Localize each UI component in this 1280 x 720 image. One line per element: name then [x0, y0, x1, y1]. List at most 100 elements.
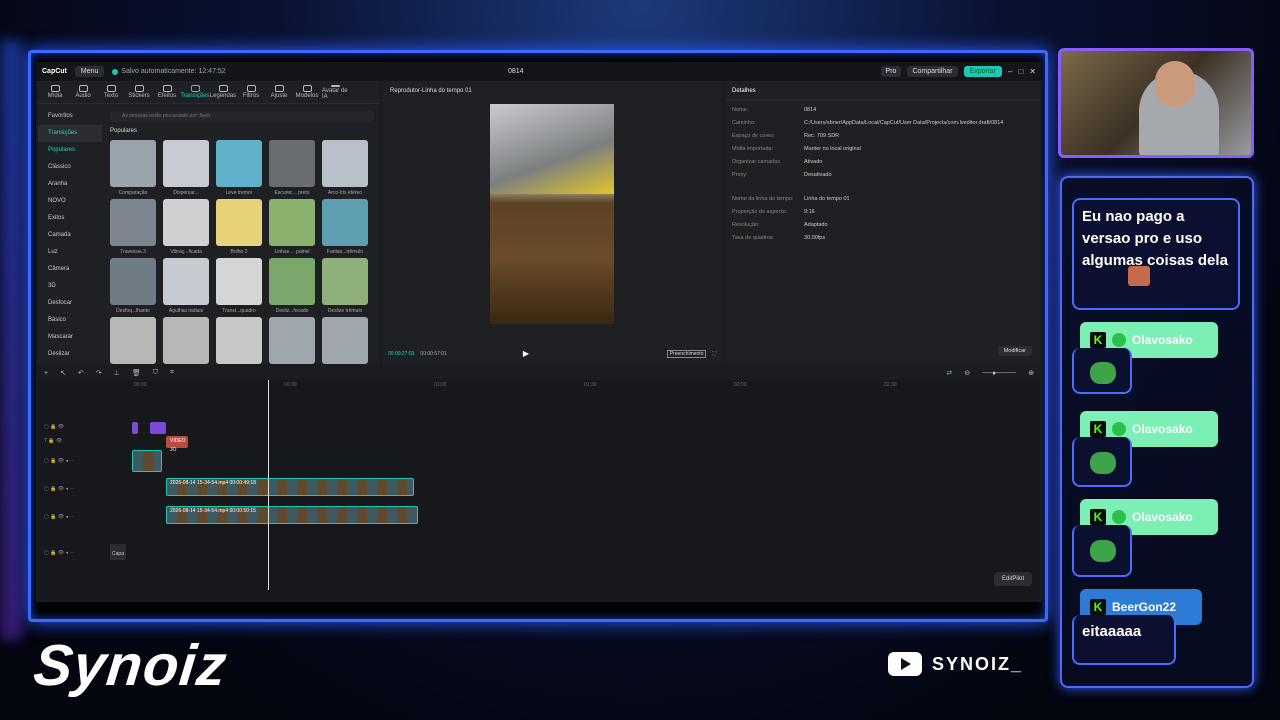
- transition-label: Transi...quadro: [222, 308, 256, 314]
- menu-button[interactable]: Menu: [74, 66, 105, 77]
- category-item[interactable]: Populares: [38, 142, 102, 159]
- tab-icon: [274, 85, 284, 92]
- redo-icon[interactable]: ↷: [96, 369, 102, 377]
- category-item[interactable]: Transições: [38, 125, 102, 142]
- stacked-clips[interactable]: [132, 450, 162, 472]
- transition-thumb[interactable]: Linhas ... painel: [269, 199, 315, 255]
- category-item[interactable]: Camada: [38, 227, 102, 244]
- transition-thumb[interactable]: [216, 317, 262, 364]
- transition-thumb[interactable]: Desliz...focado: [269, 258, 315, 314]
- cover-button[interactable]: Capa: [110, 544, 126, 560]
- share-button[interactable]: Compartilhar: [907, 66, 958, 77]
- brand-logo: Synoiz: [30, 633, 231, 698]
- tab-9[interactable]: Modelos: [294, 85, 320, 100]
- tab-0[interactable]: Mídia: [42, 85, 68, 100]
- detail-value: Manter no local original: [804, 146, 861, 152]
- transition-thumb[interactable]: Travessia 3: [110, 199, 156, 255]
- category-item[interactable]: Câmera: [38, 261, 102, 278]
- category-item[interactable]: Desfocar: [38, 295, 102, 312]
- tab-icon: [50, 85, 60, 92]
- play-icon[interactable]: ▶: [523, 349, 529, 358]
- transition-thumb[interactable]: Transi...quadro: [216, 258, 262, 314]
- editpilot-button[interactable]: EditPilot: [993, 572, 1032, 586]
- split-icon[interactable]: ⊥: [114, 369, 120, 377]
- effect-clip[interactable]: [132, 422, 138, 434]
- tab-1[interactable]: Áudio: [70, 85, 96, 100]
- pro-button[interactable]: Pro: [880, 66, 902, 77]
- tab-6[interactable]: Legendas: [210, 85, 236, 100]
- zoom-out-icon[interactable]: ⊖: [964, 369, 970, 377]
- transition-thumb[interactable]: Desfoq...lhante: [110, 258, 156, 314]
- category-item[interactable]: Aranha: [38, 176, 102, 193]
- transition-thumb[interactable]: Fantas...trêmulo: [322, 199, 368, 255]
- transition-thumb[interactable]: Dispersar...: [163, 140, 209, 196]
- category-item[interactable]: Luz: [38, 244, 102, 261]
- fullscreen-icon[interactable]: ⛶: [712, 351, 716, 357]
- text-clip[interactable]: VIDEO JO: [166, 436, 188, 453]
- detail-row: Nome da linha do tempo: Linha do tempo 01: [726, 196, 1040, 202]
- transition-thumb[interactable]: [110, 317, 156, 364]
- transition-thumb[interactable]: Leve tremor: [216, 140, 262, 196]
- crop-icon[interactable]: ⌗: [170, 369, 174, 377]
- tab-icon: [246, 85, 256, 92]
- playhead[interactable]: [268, 380, 269, 590]
- video-preview[interactable]: [490, 104, 614, 324]
- modify-button[interactable]: Modificar: [997, 346, 1032, 356]
- transition-label: Vibraç...ficada: [170, 249, 202, 255]
- effect-clip[interactable]: [150, 422, 166, 434]
- details-list: Nome: 0814 Caminho: C:/Users/sbner/AppData/…: [726, 107, 1040, 241]
- category-item[interactable]: NOVO: [38, 193, 102, 210]
- delete-icon[interactable]: 🗑: [132, 369, 141, 377]
- category-item[interactable]: Favoritos: [38, 108, 102, 125]
- category-item[interactable]: 3D: [38, 278, 102, 295]
- category-item[interactable]: Deslizar: [38, 346, 102, 363]
- tab-10[interactable]: Avatar de IA: [322, 85, 348, 100]
- category-item[interactable]: Exitos: [38, 210, 102, 227]
- transition-thumb[interactable]: [269, 317, 315, 364]
- tab-2[interactable]: Texto: [98, 85, 124, 100]
- category-item[interactable]: Clássico: [38, 159, 102, 176]
- tab-7[interactable]: Filtros: [238, 85, 264, 100]
- transition-thumb[interactable]: Arco-íris etéreo: [322, 140, 368, 196]
- transition-label: Comparação: [118, 190, 148, 196]
- tab-icon: [302, 85, 312, 92]
- select-icon[interactable]: ↖: [60, 369, 66, 377]
- detail-value: Ativado: [804, 159, 823, 165]
- transition-thumb[interactable]: Escurec... preto: [269, 140, 315, 196]
- tab-icon: [162, 85, 172, 92]
- tab-4[interactable]: Efeitos: [154, 85, 180, 100]
- transition-thumb[interactable]: Deslize trêmulo: [322, 258, 368, 314]
- transition-thumb[interactable]: [163, 317, 209, 364]
- player-panel: Reprodutor-Linha do tempo 01 00:00:27:03…: [382, 82, 722, 364]
- chat-message-text: eitaaaaa: [1082, 623, 1142, 640]
- transition-thumb[interactable]: Brilho 2: [216, 199, 262, 255]
- transition-thumb[interactable]: Comparação: [110, 140, 156, 196]
- tab-8[interactable]: Ajuste: [266, 85, 292, 100]
- transition-thumb[interactable]: Vibraç...ficada: [163, 199, 209, 255]
- video-clip[interactable]: 2026-08-14 15-34-54.mp4 00:00:50:15: [166, 506, 418, 524]
- zoom-in-icon[interactable]: ⊕: [1028, 369, 1034, 377]
- video-clip[interactable]: 2026-08-14 15-34-54.mp4 00:00:49:18: [166, 478, 414, 496]
- search-input[interactable]: As pessoas estão procurando por: flash: [110, 111, 374, 122]
- category-item[interactable]: Básico: [38, 312, 102, 329]
- effect-track-icon: ▢ 🔒 👁: [44, 424, 65, 430]
- close-icon[interactable]: ✕: [1029, 67, 1036, 76]
- detail-row: Proxy: Desativado: [726, 172, 1040, 178]
- maximize-icon[interactable]: □: [1018, 67, 1023, 76]
- fill-button[interactable]: Preenchimento: [666, 349, 707, 358]
- category-item[interactable]: Mascarar: [38, 329, 102, 346]
- transition-thumb[interactable]: [322, 317, 368, 364]
- detail-value: 30.00fps: [804, 235, 826, 241]
- transition-thumb[interactable]: Agulhas radiais: [163, 258, 209, 314]
- tab-3[interactable]: Stickers: [126, 85, 152, 100]
- link-icon[interactable]: ⇄: [946, 369, 952, 377]
- shield-icon[interactable]: ⛉: [153, 369, 158, 377]
- transition-label: Desfoq...lhante: [116, 308, 150, 314]
- tab-5[interactable]: Transições: [180, 85, 210, 100]
- add-icon[interactable]: +: [44, 370, 48, 377]
- minimize-icon[interactable]: –: [1008, 67, 1012, 76]
- detail-row: Espaço de cores: Rec. 709 SDR: [726, 133, 1040, 139]
- export-button[interactable]: Exportar: [963, 66, 1002, 77]
- zoom-slider[interactable]: ──●────: [982, 370, 1016, 377]
- undo-icon[interactable]: ↶: [78, 369, 84, 377]
